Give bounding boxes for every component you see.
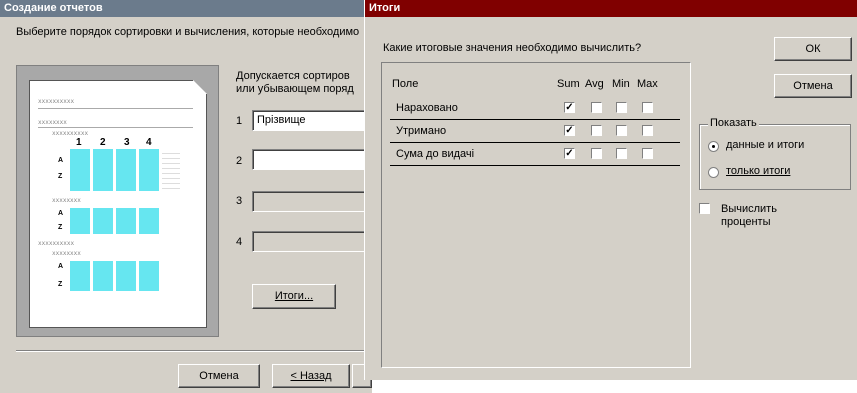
preview-number: 1 (76, 137, 82, 148)
back-button-label: < Назад (290, 370, 332, 382)
preview-header: xxxxxxxxxx (38, 98, 75, 105)
row-field-label: Утримано (396, 125, 447, 137)
sum-checkbox[interactable]: ✓ (564, 102, 575, 113)
summary-table: Поле Sum Avg Min Max Нараховано ✓ Утрима… (381, 62, 691, 368)
preview-group-label: xxxxxxxxxx (38, 240, 75, 247)
max-checkbox[interactable] (642, 148, 653, 159)
back-button[interactable]: < Назад (272, 364, 350, 388)
cancel-button-label: Отмена (199, 370, 239, 382)
column-header-min: Min (612, 78, 630, 90)
ok-button-label: ОК (805, 43, 821, 55)
avg-checkbox[interactable] (591, 102, 602, 113)
sort-field-4[interactable] (252, 231, 368, 252)
table-row: Нараховано ✓ (390, 97, 680, 120)
preview-data-block (93, 149, 113, 191)
column-header-field: Поле (392, 78, 419, 90)
sum-checkbox[interactable]: ✓ (564, 148, 575, 159)
preview-sort-letter-z: Z (58, 281, 63, 288)
preview-group-label: xxxxxxxx (52, 197, 81, 204)
wizard-footer-separator (16, 350, 372, 352)
preview-data-block (139, 149, 159, 191)
table-row: Сума до видачі ✓ (390, 143, 680, 166)
preview-sort-letter-z: Z (58, 224, 63, 231)
preview-panel: xxxxxxxxxx xxxxxxxx xxxxxxxxxx 1 2 3 4 A… (16, 65, 219, 337)
avg-checkbox[interactable] (591, 148, 602, 159)
wizard-title-bar: Создание отчетов (0, 0, 372, 17)
preview-data-block (70, 149, 90, 191)
sort-field-2[interactable] (252, 149, 368, 170)
sort-note-line1: Допускается сортиров (236, 70, 350, 82)
preview-data-block-faint (162, 149, 180, 191)
preview-page: xxxxxxxxxx xxxxxxxx xxxxxxxxxx 1 2 3 4 A… (29, 80, 207, 328)
sort-field-number: 2 (236, 155, 243, 167)
preview-sort-letter-a: A (58, 210, 64, 217)
min-checkbox[interactable] (616, 102, 627, 113)
column-header-max: Max (637, 78, 658, 90)
totals-only-label: только итоги (726, 165, 791, 177)
preview-subgroup-label: xxxxxxxxxx (52, 130, 89, 137)
totals-button-label: Итоги... (274, 290, 314, 302)
data-and-totals-label: данные и итоги (726, 139, 805, 151)
totals-question: Какие итоговые значения необходимо вычис… (383, 42, 642, 54)
column-header-avg: Avg (585, 78, 604, 90)
sort-field-1[interactable]: Прізвище (252, 110, 368, 131)
sort-field-number: 1 (236, 115, 243, 127)
preview-data-block (139, 261, 159, 291)
sort-note-line2: или убывающем поряд (236, 83, 354, 95)
totals-only-radio[interactable] (708, 167, 719, 178)
preview-data-block (139, 208, 159, 234)
preview-sort-letter-a: A (58, 157, 64, 164)
preview-data-block (93, 208, 113, 234)
cancel-button[interactable]: Отмена (178, 364, 260, 388)
row-field-label: Сума до видачі (396, 148, 475, 160)
sort-field-3[interactable] (252, 191, 368, 212)
max-checkbox[interactable] (642, 102, 653, 113)
ok-button[interactable]: ОК (774, 37, 852, 61)
preview-number: 3 (124, 137, 130, 148)
preview-group-label: xxxxxxxx (38, 119, 67, 126)
preview-number: 4 (146, 137, 152, 148)
preview-data-block (93, 261, 113, 291)
sum-checkbox[interactable]: ✓ (564, 125, 575, 136)
table-row: Утримано ✓ (390, 120, 680, 143)
preview-data-block (70, 208, 90, 234)
preview-sort-letter-z: Z (58, 173, 63, 180)
report-wizard-window: Создание отчетов Выберите порядок сортир… (0, 0, 372, 393)
row-field-label: Нараховано (396, 102, 458, 114)
totals-dialog: Итоги Какие итоговые значения необходимо… (364, 0, 857, 380)
percent-label-line2: проценты (721, 216, 771, 228)
wizard-title: Создание отчетов (4, 2, 103, 14)
totals-cancel-button[interactable]: Отмена (774, 74, 852, 98)
wizard-instruction: Выберите порядок сортировки и вычисления… (16, 26, 360, 38)
preview-subgroup-label: xxxxxxxx (52, 250, 81, 257)
preview-data-block (116, 261, 136, 291)
page-corner (193, 80, 207, 94)
data-and-totals-radio[interactable] (708, 141, 719, 152)
totals-button[interactable]: Итоги... (252, 284, 336, 309)
percent-checkbox[interactable] (699, 203, 710, 214)
min-checkbox[interactable] (616, 125, 627, 136)
avg-checkbox[interactable] (591, 125, 602, 136)
preview-rule (38, 108, 193, 109)
show-groupbox-label: Показать (708, 117, 759, 129)
sort-field-number: 3 (236, 195, 243, 207)
column-header-sum: Sum (557, 78, 580, 90)
totals-cancel-label: Отмена (793, 80, 833, 92)
totals-title: Итоги (369, 2, 401, 14)
max-checkbox[interactable] (642, 125, 653, 136)
sort-field-1-value: Прізвище (257, 114, 306, 126)
preview-number: 2 (100, 137, 106, 148)
totals-title-bar: Итоги (365, 0, 857, 17)
preview-rule (38, 127, 193, 128)
min-checkbox[interactable] (616, 148, 627, 159)
sort-field-number: 4 (236, 236, 243, 248)
preview-sort-letter-a: A (58, 263, 64, 270)
preview-data-block (116, 149, 136, 191)
show-groupbox: Показать данные и итоги только итоги (699, 117, 851, 190)
preview-data-block (116, 208, 136, 234)
percent-label-line1: Вычислить (721, 203, 777, 215)
preview-data-block (70, 261, 90, 291)
